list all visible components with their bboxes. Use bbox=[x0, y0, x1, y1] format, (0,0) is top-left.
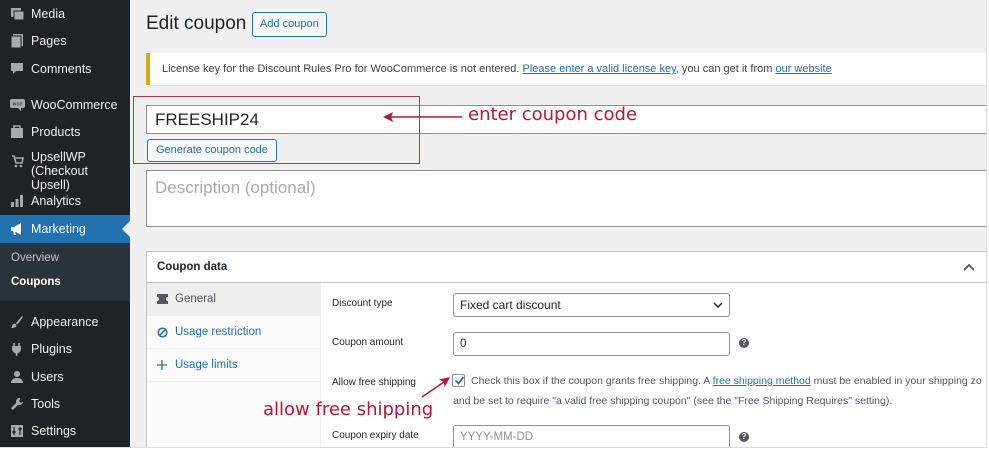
discount-type-label: Discount type bbox=[332, 298, 393, 309]
sidebar-item-label: UpsellWP bbox=[31, 150, 86, 164]
coupon-data-tabs: General Usage restriction Usage limits bbox=[147, 283, 321, 447]
sidebar-item-settings[interactable]: Settings bbox=[0, 421, 130, 441]
panel-title: Coupon data bbox=[157, 261, 228, 273]
tab-label: Usage restriction bbox=[175, 326, 262, 338]
license-notice: License key for the Discount Rules Pro f… bbox=[146, 53, 986, 85]
analytics-icon bbox=[9, 193, 25, 209]
sidebar-item-label: Media bbox=[31, 7, 66, 21]
our-website-link[interactable]: our website bbox=[775, 63, 831, 75]
annotation-arrow-left bbox=[383, 112, 462, 122]
sidebar-item-sublabel: (Checkout Upsell) bbox=[31, 164, 88, 192]
sidebar-item-label: Tools bbox=[31, 397, 61, 411]
sidebar-item-label: Comments bbox=[31, 62, 92, 76]
sidebar-item-appearance[interactable]: Appearance bbox=[0, 312, 130, 332]
brush-icon bbox=[9, 314, 25, 330]
discount-type-value: Fixed cart discount bbox=[460, 298, 561, 312]
sidebar-item-label: Pages bbox=[31, 34, 67, 48]
coupon-amount-label: Coupon amount bbox=[332, 337, 404, 348]
sidebar-item-comments[interactable]: Comments bbox=[0, 59, 130, 79]
coupon-expiry-label: Coupon expiry date bbox=[332, 430, 419, 441]
products-icon bbox=[9, 124, 25, 140]
sidebar-item-tools[interactable]: Tools bbox=[0, 394, 130, 414]
annotation-arrow-diagonal bbox=[421, 377, 450, 398]
ticket-icon bbox=[155, 294, 169, 304]
annotation-highlight-box bbox=[133, 96, 420, 164]
main-content: Edit coupon Add coupon License key for t… bbox=[130, 0, 986, 447]
sidebar-item-pages[interactable]: Pages bbox=[0, 31, 130, 51]
wrench-icon bbox=[9, 396, 25, 412]
settings-icon bbox=[9, 423, 25, 439]
chevron-down-icon bbox=[713, 302, 723, 309]
sidebar-item-woocommerce[interactable]: woo WooCommerce bbox=[0, 95, 130, 115]
sidebar-item-upsellwp[interactable]: UpsellWP (Checkout Upsell) bbox=[0, 150, 130, 192]
sidebar-item-label: Products bbox=[31, 125, 81, 139]
panel-header: Coupon data bbox=[147, 252, 986, 283]
admin-sidebar: Media Pages Comments woo WooCommerce Pro… bbox=[0, 0, 130, 447]
submenu-item-coupons[interactable]: Coupons bbox=[11, 276, 61, 288]
free-shipping-checkbox[interactable] bbox=[452, 374, 465, 387]
coupon-description-field[interactable]: Description (optional) bbox=[146, 170, 986, 227]
screenshot-frame: Media Pages Comments woo WooCommerce Pro… bbox=[0, 0, 987, 448]
user-icon bbox=[9, 369, 25, 385]
page-title: Edit coupon bbox=[146, 13, 247, 34]
submenu-item-overview[interactable]: Overview bbox=[11, 252, 59, 264]
annotation-enter-coupon-code: enter coupon code bbox=[468, 104, 638, 125]
svg-text:woo: woo bbox=[12, 102, 22, 108]
comments-icon bbox=[9, 61, 25, 77]
free-shipping-description-line2: and be set to require "a valid free ship… bbox=[453, 395, 893, 407]
checkmark-icon bbox=[454, 376, 465, 385]
description-text: Check this box if the coupon grants free… bbox=[471, 375, 713, 387]
sidebar-item-analytics[interactable]: Analytics bbox=[0, 191, 130, 211]
plus-icon bbox=[155, 360, 169, 370]
sidebar-item-label-group: UpsellWP (Checkout Upsell) bbox=[31, 150, 130, 192]
upsell-icon bbox=[9, 153, 25, 169]
coupon-expiry-input[interactable]: YYYY-MM-DD bbox=[453, 425, 730, 447]
sidebar-item-products[interactable]: Products bbox=[0, 122, 130, 142]
free-shipping-method-link[interactable]: free shipping method bbox=[713, 375, 811, 387]
tab-usage-limits[interactable]: Usage limits bbox=[147, 349, 321, 382]
annotation-allow-free-shipping: allow free shipping bbox=[263, 399, 434, 420]
sidebar-item-media[interactable]: Media bbox=[0, 4, 130, 24]
notice-text: , you can get it from bbox=[675, 63, 776, 75]
pages-icon bbox=[9, 33, 25, 49]
chevron-up-icon[interactable] bbox=[962, 260, 976, 274]
media-icon bbox=[9, 6, 25, 22]
plugin-icon bbox=[9, 341, 25, 357]
help-icon[interactable]: ? bbox=[739, 432, 749, 442]
tab-usage-restriction[interactable]: Usage restriction bbox=[147, 316, 321, 349]
sidebar-item-label: Marketing bbox=[31, 222, 86, 236]
free-shipping-description: Check this box if the coupon grants free… bbox=[471, 375, 982, 387]
tab-label: Usage limits bbox=[175, 359, 238, 371]
discount-type-select[interactable]: Fixed cart discount bbox=[453, 293, 730, 317]
notice-text: License key for the Discount Rules Pro f… bbox=[162, 63, 523, 75]
allow-free-shipping-label: Allow free shipping bbox=[332, 377, 416, 388]
tab-label: General bbox=[175, 293, 216, 305]
description-text: must be enabled in your shipping zo bbox=[810, 375, 982, 387]
tab-general[interactable]: General bbox=[147, 283, 321, 316]
coupon-amount-input[interactable]: 0 bbox=[453, 332, 730, 356]
sidebar-item-marketing[interactable]: Marketing bbox=[0, 215, 130, 243]
sidebar-item-plugins[interactable]: Plugins bbox=[0, 339, 130, 359]
add-coupon-button[interactable]: Add coupon bbox=[252, 12, 327, 37]
sidebar-item-label: Plugins bbox=[31, 342, 72, 356]
sidebar-item-users[interactable]: Users bbox=[0, 367, 130, 387]
sidebar-item-label: Settings bbox=[31, 424, 77, 438]
ban-icon bbox=[155, 326, 169, 338]
megaphone-icon bbox=[9, 221, 25, 237]
help-icon[interactable]: ? bbox=[739, 338, 749, 348]
sidebar-item-label: Users bbox=[31, 370, 64, 384]
sidebar-item-label: WooCommerce bbox=[31, 98, 118, 112]
license-key-link[interactable]: Please enter a valid license key bbox=[523, 63, 676, 75]
sidebar-item-label: Appearance bbox=[31, 315, 99, 329]
sidebar-item-label: Analytics bbox=[31, 194, 82, 208]
marketing-submenu: Overview Coupons bbox=[0, 243, 130, 301]
woocommerce-icon: woo bbox=[9, 97, 25, 113]
